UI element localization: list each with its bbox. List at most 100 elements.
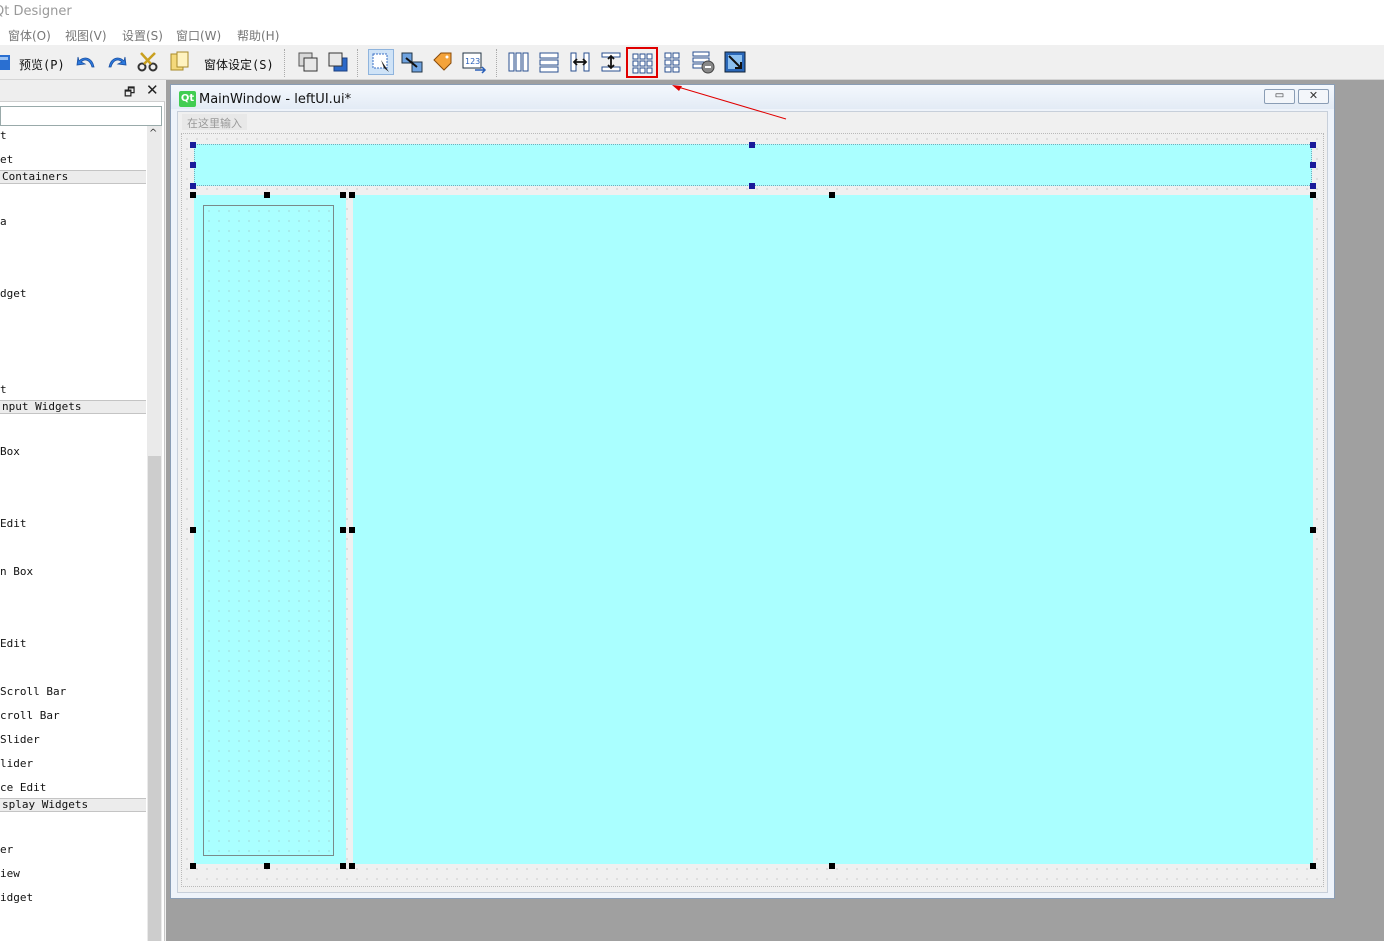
main-toolbar: 预览(P) 窗体设定(S) 123 — [0, 45, 1384, 80]
selection-handle[interactable] — [1310, 527, 1316, 533]
toolbar-separator — [284, 49, 285, 77]
widget-filter-input[interactable] — [0, 106, 162, 126]
selection-handle[interactable] — [1310, 183, 1316, 189]
open-icon[interactable] — [0, 49, 16, 75]
preview-button[interactable]: 预览(P) — [19, 56, 65, 73]
toolbar-separator — [357, 49, 358, 77]
menubar-type-here[interactable]: 在这里输入 — [182, 114, 247, 130]
widget-item[interactable]: ce Edit — [0, 781, 46, 794]
widget-category[interactable]: nput Widgets — [0, 400, 146, 414]
widget-item[interactable]: t — [0, 129, 7, 142]
selection-handle[interactable] — [190, 527, 196, 533]
selection-handle[interactable] — [264, 192, 270, 198]
widget-list-scrollbar[interactable]: ^ — [147, 126, 162, 941]
widget-item[interactable]: t — [0, 383, 7, 396]
selection-handle[interactable] — [1310, 162, 1316, 168]
float-icon[interactable]: 🗗 — [124, 83, 135, 104]
widget-item[interactable]: Scroll Bar — [0, 685, 66, 698]
selection-handle[interactable] — [264, 863, 270, 869]
edit-buddies-icon[interactable] — [430, 49, 456, 75]
layout-form-icon[interactable] — [660, 49, 686, 75]
svg-text:123: 123 — [465, 57, 480, 66]
selection-handle[interactable] — [340, 527, 346, 533]
widget-item[interactable]: et — [0, 153, 13, 166]
close-icon[interactable]: ✕ — [146, 81, 159, 99]
selection-handle[interactable] — [190, 863, 196, 869]
selection-handle[interactable] — [190, 162, 196, 168]
top-widget[interactable] — [194, 144, 1312, 186]
widget-item[interactable]: a — [0, 215, 7, 228]
edit-signals-slots-icon[interactable] — [399, 49, 425, 75]
selection-handle[interactable] — [1310, 863, 1316, 869]
selection-handle[interactable] — [340, 863, 346, 869]
selection-handle[interactable] — [349, 192, 355, 198]
selection-handle[interactable] — [829, 192, 835, 198]
form-window: Qt MainWindow - leftUI.ui* ▭ ✕ 在这里输入 — [170, 84, 1335, 899]
widget-category[interactable]: splay Widgets — [0, 798, 146, 812]
minimize-button[interactable]: ▭ — [1264, 89, 1295, 104]
widget-list: t et Containers a dget t nput Widgets Box Edi… — [0, 126, 146, 941]
widget-box-panel: 🗗 ✕ t et Containers a dget t nput Widgets Box… — [0, 80, 165, 941]
widget-item[interactable]: Box — [0, 445, 20, 458]
widget-item[interactable]: Slider — [0, 733, 40, 746]
widget-item[interactable]: croll Bar — [0, 709, 60, 722]
adjust-size-icon[interactable] — [722, 49, 748, 75]
right-widget[interactable] — [353, 195, 1313, 864]
menu-help[interactable]: 帮助(H) — [237, 27, 279, 44]
selection-handle[interactable] — [349, 527, 355, 533]
selection-handle[interactable] — [1310, 192, 1316, 198]
menu-settings[interactable]: 设置(S) — [122, 27, 163, 44]
selection-handle[interactable] — [340, 192, 346, 198]
scrollbar-thumb[interactable] — [148, 456, 161, 941]
widget-item[interactable]: er — [0, 843, 13, 856]
layout-grid-icon[interactable] — [626, 47, 658, 78]
widget-item[interactable]: dget — [0, 287, 27, 300]
break-layout-icon[interactable] — [691, 49, 717, 75]
central-widget[interactable] — [181, 133, 1324, 887]
paste-icon[interactable] — [166, 49, 192, 75]
undo-icon[interactable] — [73, 49, 99, 75]
widget-item[interactable]: idget — [0, 891, 33, 904]
qt-designer-app: Qt Designer 窗体(O) 视图(V) 设置(S) 窗口(W) 帮助(H… — [0, 0, 1384, 941]
scroll-up-icon[interactable]: ^ — [149, 128, 157, 139]
form-settings-button[interactable]: 窗体设定(S) — [204, 56, 274, 73]
menu-view[interactable]: 视图(V) — [65, 27, 107, 44]
left-widget[interactable] — [194, 195, 346, 864]
left-inner-frame[interactable] — [203, 205, 334, 856]
menu-window[interactable]: 窗口(W) — [176, 27, 221, 44]
widget-item[interactable]: Edit — [0, 517, 27, 530]
layout-vertical-icon[interactable] — [536, 49, 562, 75]
edit-widgets-icon[interactable] — [368, 49, 394, 75]
selection-handle[interactable] — [190, 192, 196, 198]
edit-tab-order-icon[interactable]: 123 — [461, 49, 487, 75]
widget-box-header: 🗗 ✕ — [0, 80, 165, 102]
selection-handle[interactable] — [1310, 142, 1316, 148]
layout-horizontal-icon[interactable] — [505, 49, 531, 75]
redo-icon[interactable] — [104, 49, 130, 75]
annotation-arrow — [672, 85, 787, 120]
selection-handle[interactable] — [190, 142, 196, 148]
selection-handle[interactable] — [749, 142, 755, 148]
close-button[interactable]: ✕ — [1298, 89, 1329, 104]
widget-item[interactable]: lider — [0, 757, 33, 770]
bring-to-front-icon[interactable] — [295, 49, 321, 75]
menubar: 窗体(O) 视图(V) 设置(S) 窗口(W) 帮助(H) — [0, 24, 1384, 45]
form-window-title: MainWindow - leftUI.ui* — [199, 92, 352, 107]
toolbar-separator — [496, 49, 497, 77]
widget-item[interactable]: n Box — [0, 565, 33, 578]
send-to-back-icon[interactable] — [325, 49, 351, 75]
selection-handle[interactable] — [829, 863, 835, 869]
widget-category[interactable]: Containers — [0, 170, 146, 184]
widget-item[interactable]: iew — [0, 867, 20, 880]
selection-handle[interactable] — [749, 183, 755, 189]
cut-icon[interactable] — [135, 49, 161, 75]
layout-vertical-splitter-icon[interactable] — [598, 49, 624, 75]
app-titlebar: Qt Designer — [0, 0, 1384, 24]
selection-handle[interactable] — [190, 183, 196, 189]
layout-horizontal-splitter-icon[interactable] — [567, 49, 593, 75]
selection-handle[interactable] — [349, 863, 355, 869]
menu-form[interactable]: 窗体(O) — [8, 27, 51, 44]
app-title: Qt Designer — [0, 4, 72, 19]
widget-item[interactable]: Edit — [0, 637, 27, 650]
form-canvas: 在这里输入 — [177, 111, 1328, 893]
